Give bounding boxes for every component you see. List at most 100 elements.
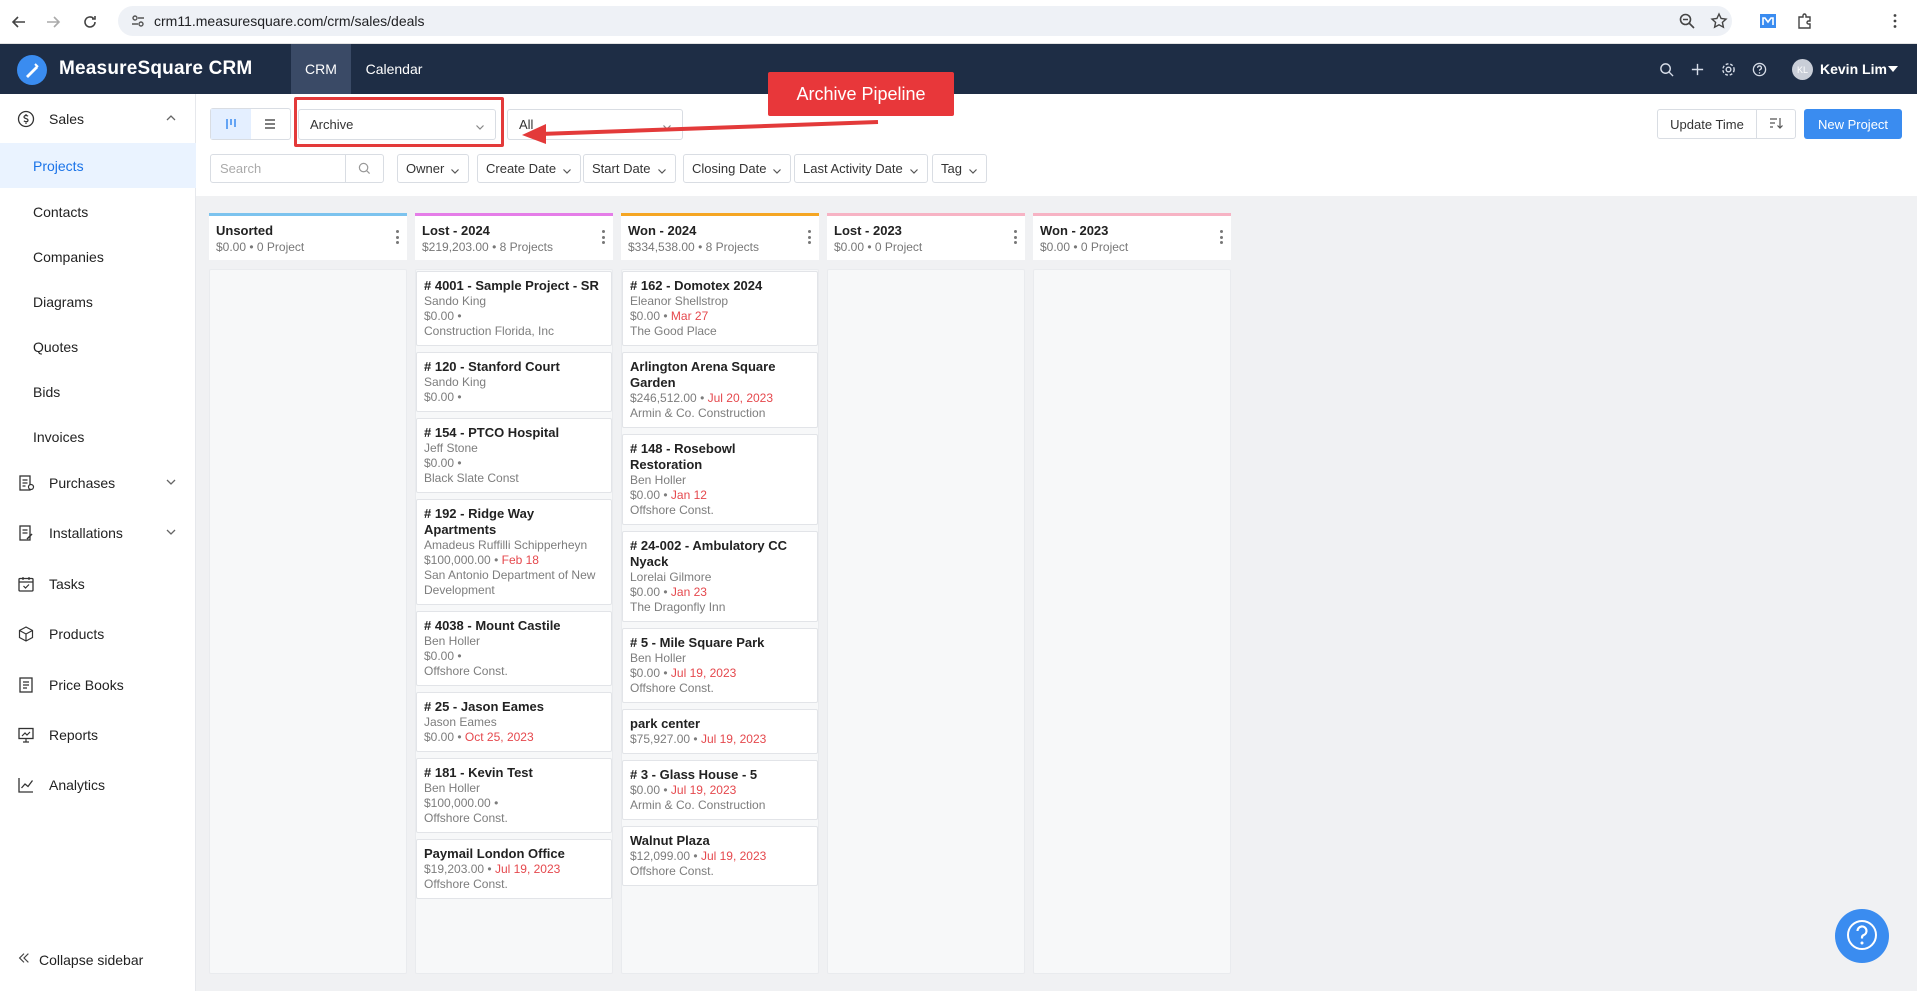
column-menu-icon[interactable]: [1013, 230, 1017, 244]
filter-tag[interactable]: Tag: [932, 154, 987, 183]
site-settings-icon[interactable]: [130, 13, 146, 29]
filter-create-date[interactable]: Create Date: [477, 154, 582, 183]
settings-gear-icon[interactable]: [1718, 59, 1738, 79]
project-title[interactable]: # 148 - Rosebowl Restoration: [630, 441, 810, 473]
sidebar-item-invoices[interactable]: Invoices: [0, 414, 196, 459]
sidebar-item-companies[interactable]: Companies: [0, 234, 196, 279]
project-card[interactable]: # 162 - Domotex 2024 Eleanor Shellstrop $0…: [622, 271, 818, 346]
column-menu-icon[interactable]: [807, 230, 811, 244]
project-card[interactable]: # 24-002 - Ambulatory CC Nyack Lorelai Gi…: [622, 531, 818, 622]
line-chart-icon: [17, 776, 35, 794]
project-card[interactable]: park center $75,927.00 • Jul 19, 2023: [622, 709, 818, 754]
column-menu-icon[interactable]: [601, 230, 605, 244]
project-card[interactable]: # 181 - Kevin Test Ben Holler $100,000.00 …: [416, 758, 612, 833]
sidebar-group-sales[interactable]: Sales: [0, 96, 196, 142]
project-title[interactable]: # 5 - Mile Square Park: [630, 635, 810, 651]
column-menu-icon[interactable]: [1219, 230, 1223, 244]
kanban-view-icon[interactable]: [211, 109, 251, 139]
app-logo-icon[interactable]: [17, 55, 47, 85]
filter-last-activity-date[interactable]: Last Activity Date: [794, 154, 928, 183]
column-header: Won - 2024 $334,538.00 • 8 Projects: [621, 213, 819, 260]
help-icon[interactable]: [1749, 59, 1769, 79]
project-card[interactable]: Paymail London Office $19,203.00 • Jul 19…: [416, 839, 612, 899]
sidebar-group-label: Purchases: [49, 475, 116, 491]
annotation-arrow: [522, 120, 879, 144]
project-title[interactable]: # 154 - PTCO Hospital: [424, 425, 604, 441]
browser-menu-icon[interactable]: [1883, 9, 1907, 33]
chevron-up-icon[interactable]: [165, 112, 177, 124]
sort-direction-button[interactable]: [1756, 109, 1796, 139]
sidebar-item-contacts[interactable]: Contacts: [0, 189, 196, 234]
tab-crm[interactable]: CRM: [291, 44, 351, 94]
back-icon[interactable]: [4, 7, 34, 37]
project-title[interactable]: # 162 - Domotex 2024: [630, 278, 810, 294]
project-title[interactable]: # 4038 - Mount Castile: [424, 618, 604, 634]
project-title[interactable]: park center: [630, 716, 810, 732]
project-title[interactable]: Arlington Arena Square Garden: [630, 359, 810, 391]
chevron-down-icon[interactable]: [165, 476, 177, 488]
extensions-puzzle-icon[interactable]: [1793, 9, 1817, 33]
bookmark-star-icon[interactable]: [1707, 9, 1731, 33]
project-card[interactable]: # 148 - Rosebowl Restoration Ben Holler $0…: [622, 434, 818, 525]
avatar[interactable]: KL: [1792, 59, 1813, 80]
search-icon[interactable]: [345, 155, 383, 182]
filter-owner[interactable]: Owner: [397, 154, 470, 183]
project-card[interactable]: # 4001 - Sample Project - SR Sando King $0…: [416, 271, 612, 346]
forward-icon[interactable]: [38, 7, 68, 37]
project-card[interactable]: # 154 - PTCO Hospital Jeff Stone $0.00 • Bl…: [416, 418, 612, 493]
project-amount: $19,203.00 •: [424, 862, 492, 876]
filter-closing-date[interactable]: Closing Date: [683, 154, 792, 183]
sidebar-item-bids[interactable]: Bids: [0, 369, 196, 414]
project-card[interactable]: # 25 - Jason Eames Jason Eames $0.00 • Oct…: [416, 692, 612, 752]
sort-field-button[interactable]: Update Time: [1657, 109, 1757, 139]
project-card[interactable]: # 4038 - Mount Castile Ben Holler $0.00 • O…: [416, 611, 612, 686]
sidebar-group-purchases[interactable]: Purchases: [0, 460, 196, 506]
project-title[interactable]: # 25 - Jason Eames: [424, 699, 604, 715]
search-input[interactable]: Search: [211, 155, 345, 182]
chevron-down-icon[interactable]: [165, 526, 177, 538]
sidebar-item-quotes[interactable]: Quotes: [0, 324, 196, 369]
project-amount: $100,000.00 •: [424, 553, 499, 567]
sidebar-item-products[interactable]: Products: [0, 611, 196, 657]
sidebar-item-analytics[interactable]: Analytics: [0, 762, 196, 808]
help-button[interactable]: [1835, 909, 1889, 963]
reload-icon[interactable]: [75, 7, 105, 37]
project-title[interactable]: Paymail London Office: [424, 846, 604, 862]
project-title[interactable]: # 24-002 - Ambulatory CC Nyack: [630, 538, 810, 570]
list-view-icon[interactable]: [251, 109, 291, 139]
project-title[interactable]: # 120 - Stanford Court: [424, 359, 604, 375]
column-menu-icon[interactable]: [395, 230, 399, 244]
project-title[interactable]: Walnut Plaza: [630, 833, 810, 849]
add-icon[interactable]: [1687, 59, 1707, 79]
project-title[interactable]: # 181 - Kevin Test: [424, 765, 604, 781]
sidebar-item-projects[interactable]: Projects: [0, 143, 196, 188]
collapse-sidebar-button[interactable]: Collapse sidebar: [17, 951, 143, 968]
project-card[interactable]: Walnut Plaza $12,099.00 • Jul 19, 2023 Off…: [622, 826, 818, 886]
sidebar-group-installations[interactable]: Installations: [0, 510, 196, 556]
user-name[interactable]: Kevin Lim: [1820, 61, 1887, 77]
sidebar-item-price-books[interactable]: Price Books: [0, 662, 196, 708]
sidebar-item-reports[interactable]: Reports: [0, 712, 196, 758]
zoom-icon[interactable]: [1675, 9, 1699, 33]
filter-start-date[interactable]: Start Date: [583, 154, 676, 183]
project-amount: $100,000.00 •: [424, 796, 499, 810]
project-card[interactable]: Arlington Arena Square Garden $246,512.00…: [622, 352, 818, 428]
project-title[interactable]: # 4001 - Sample Project - SR: [424, 278, 604, 294]
new-project-button[interactable]: New Project: [1804, 109, 1902, 139]
tab-calendar[interactable]: Calendar: [356, 44, 432, 94]
project-card[interactable]: # 192 - Ridge Way Apartments Amadeus Ruff…: [416, 499, 612, 605]
project-title[interactable]: # 192 - Ridge Way Apartments: [424, 506, 604, 538]
project-contact: Ben Holler: [630, 473, 687, 487]
project-card[interactable]: # 5 - Mile Square Park Ben Holler $0.00 • …: [622, 628, 818, 703]
sidebar-item-diagrams[interactable]: Diagrams: [0, 279, 196, 324]
project-card[interactable]: # 3 - Glass House - 5 $0.00 • Jul 19, 202…: [622, 760, 818, 820]
search-field[interactable]: Search: [210, 154, 384, 183]
extension-m-icon[interactable]: [1756, 9, 1780, 33]
sidebar-item-tasks[interactable]: Tasks: [0, 561, 196, 607]
project-card[interactable]: # 120 - Stanford Court Sando King $0.00 •: [416, 352, 612, 412]
search-icon[interactable]: [1656, 59, 1676, 79]
address-bar[interactable]: crm11.measuresquare.com/crm/sales/deals: [118, 6, 1732, 36]
brand-name[interactable]: MeasureSquare CRM: [59, 58, 252, 80]
user-menu-caret-icon[interactable]: [1888, 66, 1898, 72]
project-title[interactable]: # 3 - Glass House - 5: [630, 767, 810, 783]
